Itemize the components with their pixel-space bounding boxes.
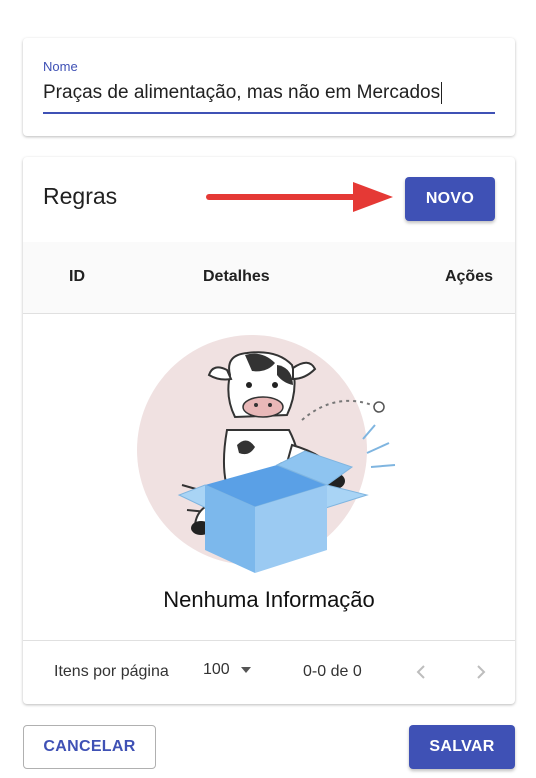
cancel-button[interactable]: CANCELAR [23,725,156,769]
name-field[interactable]: Praças de alimentação, mas não em Mercad… [43,78,495,114]
items-per-page-label: Itens por página [54,663,169,680]
next-page-button[interactable] [469,660,493,684]
rules-card: Regras NOVO ID Detalhes Ações Nenhuma In… [23,157,515,704]
red-arrow-icon [206,182,393,212]
empty-state-message: Nenhuma Informação [163,587,375,612]
rules-table-header: ID Detalhes Ações [23,242,515,314]
pagination-range: 0-0 de 0 [303,663,362,680]
name-card: Nome Praças de alimentação, mas não em M… [23,38,515,136]
chevron-left-icon [416,665,425,679]
column-header-id: ID [69,268,85,285]
chevron-down-icon [240,667,251,673]
previous-page-button[interactable] [409,660,433,684]
items-per-page-select[interactable]: 100 [203,661,252,679]
rules-title: Regras [43,183,118,209]
column-header-actions: Ações [444,268,493,285]
column-header-details: Detalhes [203,268,270,285]
cow-in-box-illustration [137,335,396,573]
name-field-value: Praças de alimentação, mas não em Mercad… [43,82,441,103]
chevron-right-icon [477,665,486,679]
empty-state: Nenhuma Informação [23,315,515,640]
name-field-label: Nome [43,59,78,74]
pagination-bar: Itens por página 100 0-0 de 0 [23,640,515,704]
items-per-page-value: 100 [203,661,230,678]
new-rule-button[interactable]: NOVO [405,177,495,221]
save-button[interactable]: SALVAR [409,725,515,769]
text-caret [441,82,443,104]
